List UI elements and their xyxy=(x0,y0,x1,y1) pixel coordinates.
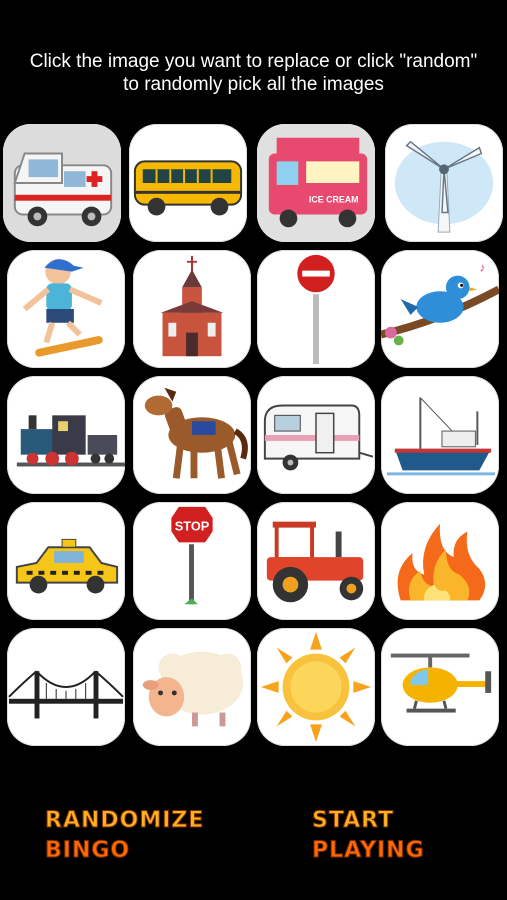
tile-ice-cream-truck[interactable]: ICE CREAM xyxy=(257,124,375,242)
tile-no-entry-sign[interactable] xyxy=(257,250,375,368)
ice-cream-label: ICE CREAM xyxy=(309,195,359,205)
tile-steam-train[interactable] xyxy=(7,376,125,494)
tractor-icon xyxy=(266,521,364,603)
tile-boat[interactable] xyxy=(381,376,499,494)
tile-sheep[interactable] xyxy=(133,628,251,746)
ambulance-icon xyxy=(3,124,121,242)
start-label-line-2: PLAYING xyxy=(312,838,425,864)
bird-on-branch-icon: ♪ xyxy=(381,261,499,346)
tile-sun[interactable] xyxy=(257,628,375,746)
tile-camper-trailer[interactable] xyxy=(257,376,375,494)
church-icon xyxy=(160,255,224,357)
bingo-image-grid: ICE CREAM ♪ STOP xyxy=(0,0,507,760)
tile-stop-sign[interactable]: STOP xyxy=(133,502,251,620)
tile-horse[interactable] xyxy=(133,376,251,494)
start-label-line-1: START xyxy=(312,808,395,834)
music-note-icon: ♪ xyxy=(479,261,485,275)
tile-wind-turbine[interactable] xyxy=(385,124,503,242)
tile-bird-on-branch[interactable]: ♪ xyxy=(381,250,499,368)
tile-skateboarder[interactable] xyxy=(7,250,125,368)
fire-icon xyxy=(397,523,486,601)
tile-fire[interactable] xyxy=(381,502,499,620)
camper-trailer-icon xyxy=(263,404,374,471)
boat-icon xyxy=(386,397,496,476)
skateboarder-icon xyxy=(22,258,103,357)
sun-icon xyxy=(260,631,372,743)
stop-label: STOP xyxy=(175,519,210,534)
taxi-icon xyxy=(15,538,119,594)
tile-church[interactable] xyxy=(133,250,251,368)
sheep-icon xyxy=(142,651,244,727)
helicopter-icon xyxy=(390,653,492,713)
horse-icon xyxy=(144,387,248,479)
ice-cream-truck-icon: ICE CREAM xyxy=(257,124,375,242)
tile-taxi[interactable] xyxy=(7,502,125,620)
bridge-icon xyxy=(8,670,124,719)
tile-tractor[interactable] xyxy=(257,502,375,620)
school-bus-icon xyxy=(133,160,243,216)
start-playing-button[interactable]: START PLAYING xyxy=(312,806,425,866)
steam-train-icon xyxy=(16,415,125,467)
tile-ambulance[interactable] xyxy=(3,124,121,242)
no-entry-sign-icon xyxy=(295,252,337,365)
wind-turbine-icon xyxy=(394,140,494,233)
tile-bridge[interactable] xyxy=(7,628,125,746)
randomize-label-line-2: BINGO xyxy=(44,838,131,864)
randomize-label-line-1: RANDOMIZE xyxy=(44,808,205,834)
stop-sign-icon: STOP xyxy=(169,504,215,605)
tile-school-bus[interactable] xyxy=(129,124,247,242)
randomize-bingo-button[interactable]: RANDOMIZE BINGO xyxy=(44,806,205,866)
tile-helicopter[interactable] xyxy=(381,628,499,746)
